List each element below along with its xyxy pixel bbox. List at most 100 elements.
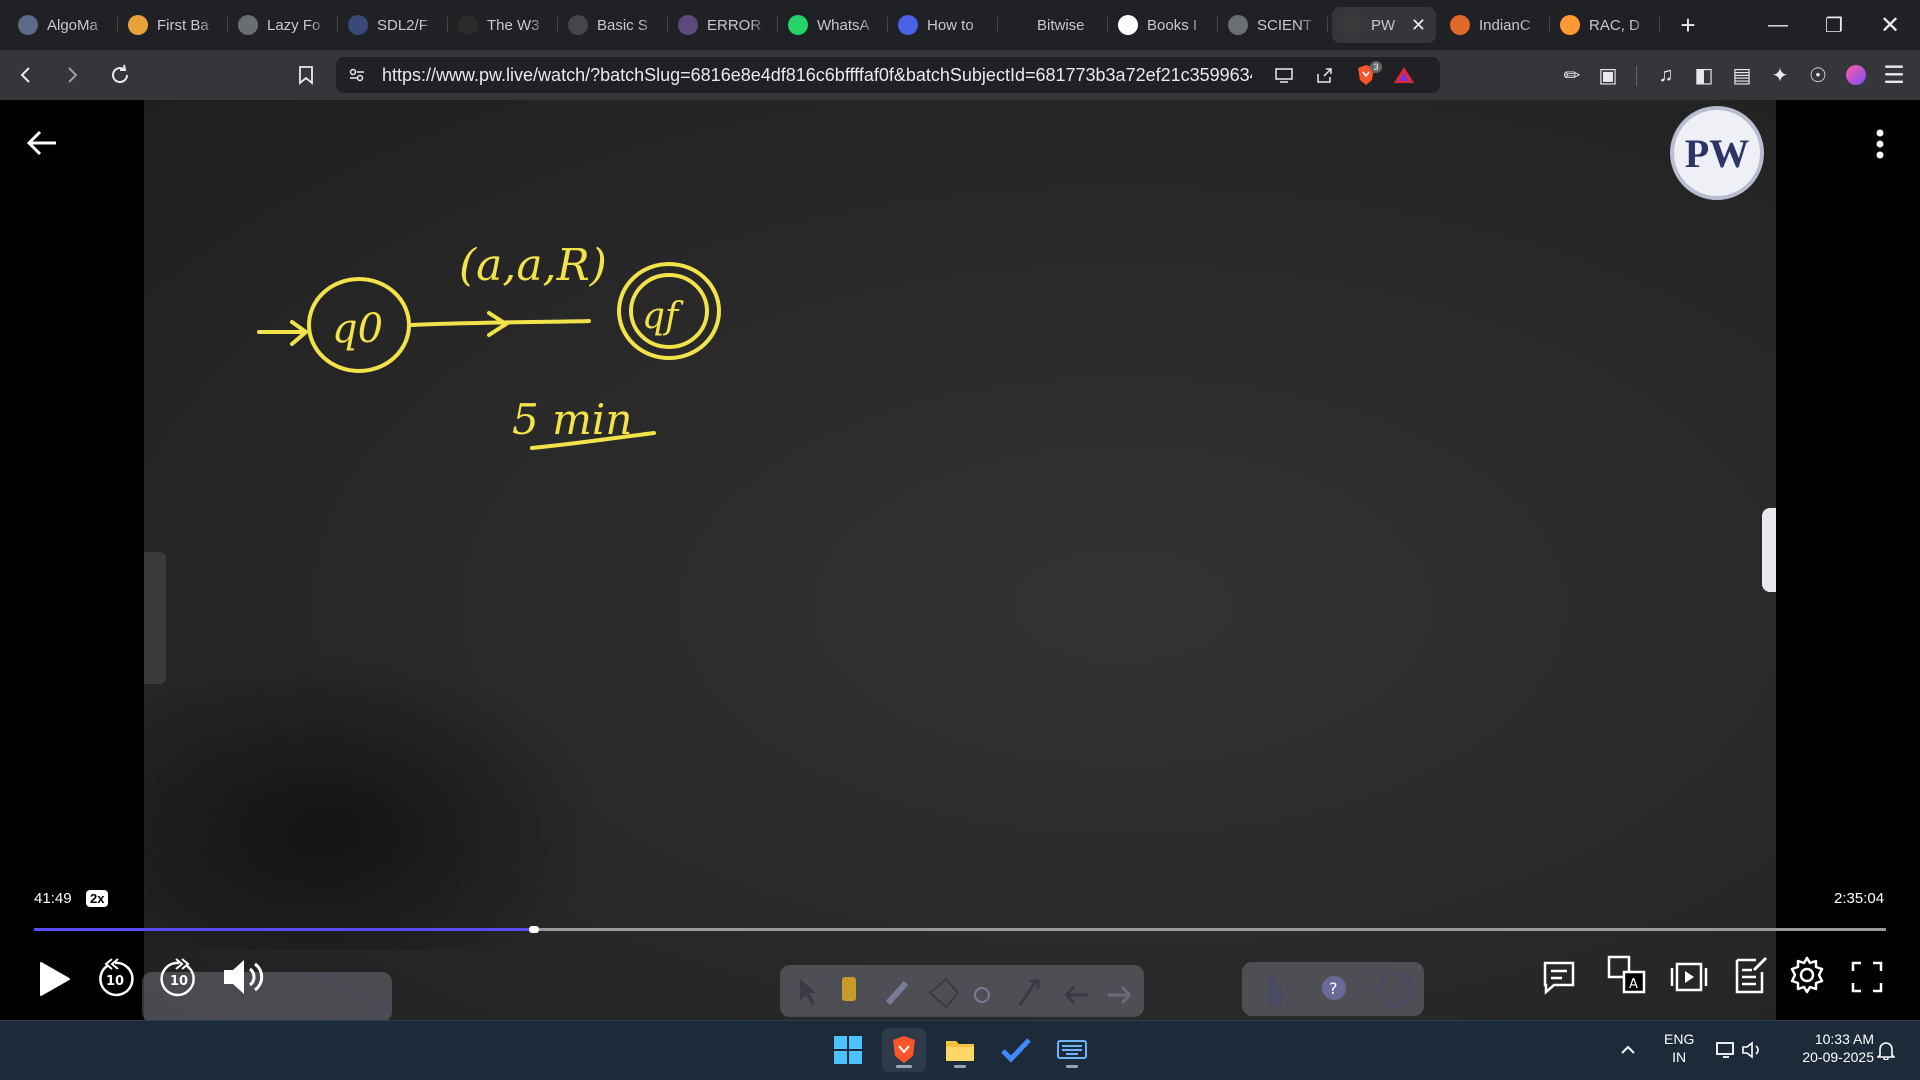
browser-tab[interactable]: WhatsA <box>778 7 888 43</box>
browser-tab[interactable]: PW ✕ <box>1332 7 1436 43</box>
taskbar-file-explorer[interactable] <box>938 1028 982 1072</box>
network-volume-button[interactable] <box>1712 1028 1768 1072</box>
url-text[interactable]: https://www.pw.live/watch/?batchSlug=681… <box>382 65 1252 86</box>
browser-tab[interactable]: The W3 <box>448 7 558 43</box>
restore-button[interactable]: ❐ <box>1806 0 1862 50</box>
svg-text:?: ? <box>1329 979 1338 998</box>
shields-badge: 3 <box>1370 61 1382 73</box>
vpn-icon[interactable]: ☉ <box>1800 57 1836 93</box>
edge-label: (a,a,R) <box>459 240 607 291</box>
close-window-button[interactable]: ✕ <box>1862 0 1918 50</box>
rewind-icon: 10 <box>99 958 134 997</box>
start-state-label: q0 <box>332 306 383 352</box>
play-icon <box>40 962 70 996</box>
language-indicator[interactable]: ENG IN <box>1664 1030 1694 1066</box>
error-icon <box>678 15 698 35</box>
browser-tab[interactable]: AlgoMa <box>8 7 118 43</box>
w3-icon <box>458 15 478 35</box>
rewind-10-button[interactable]: 10 <box>92 956 138 1002</box>
toolbar: https://www.pw.live/watch/?batchSlug=681… <box>0 50 1920 100</box>
browser-tab[interactable]: SCIENT <box>1218 7 1328 43</box>
google-icon <box>1118 15 1138 35</box>
translate-button[interactable]: A <box>1604 952 1650 998</box>
browser-tab[interactable]: IndianC <box>1440 7 1550 43</box>
cast-icon[interactable] <box>1266 57 1302 93</box>
indian-icon <box>1450 15 1470 35</box>
reload-icon <box>112 64 129 84</box>
close-tab-icon[interactable]: ✕ <box>1411 15 1426 36</box>
globe-icon <box>238 15 258 35</box>
settings-button[interactable] <box>1784 952 1830 998</box>
forward-arrow-icon <box>68 67 78 83</box>
tab-title: RAC, D <box>1589 16 1640 34</box>
sidebar-icon[interactable]: ◧ <box>1686 57 1722 93</box>
toolbar-divider <box>1636 66 1637 86</box>
brave-shields-icon[interactable]: 3 <box>1348 57 1384 93</box>
code-icon <box>1008 15 1028 35</box>
taskbar-todo[interactable] <box>994 1028 1038 1072</box>
tab-strip: AlgoMa First Ba Lazy Fo SDL2/F The W3 Basic S… <box>0 0 1920 50</box>
board-toolbar-right: ? <box>1242 962 1424 1016</box>
leo-ai-icon[interactable]: ✦ <box>1762 57 1798 93</box>
forward-10-button[interactable]: 10 <box>156 956 202 1002</box>
new-tab-button[interactable]: + <box>1670 7 1706 43</box>
browser-tab[interactable]: Basic S <box>558 7 668 43</box>
globe-icon <box>1228 15 1248 35</box>
wallet-icon[interactable]: ▤ <box>1724 57 1760 93</box>
tab-title: AlgoMa <box>47 16 98 34</box>
notes-button[interactable] <box>1730 952 1772 998</box>
browser-tab[interactable]: How to <box>888 7 998 43</box>
tray-overflow-button[interactable] <box>1610 1028 1646 1072</box>
bookmark-button[interactable] <box>288 57 324 93</box>
share-icon[interactable] <box>1306 57 1342 93</box>
seek-bar[interactable] <box>34 926 1886 933</box>
browser-tab[interactable]: Books I <box>1108 7 1218 43</box>
current-time: 41:49 <box>34 890 72 907</box>
video-player[interactable]: (a,a,R) q0 qf 5 min PW 41:49 2x 2:35:04 <box>0 100 1920 1022</box>
chat-button[interactable] <box>1538 956 1580 998</box>
extensions-icon[interactable]: ✏ <box>1554 57 1590 93</box>
duration: 2:35:04 <box>1834 890 1885 907</box>
playlist-button[interactable] <box>1668 956 1710 998</box>
reload-button[interactable] <box>102 57 138 93</box>
browser-tab[interactable]: RAC, D <box>1550 7 1660 43</box>
minimize-button[interactable]: — <box>1750 0 1806 50</box>
forward-button[interactable] <box>54 57 90 93</box>
taskbar-keyboard[interactable] <box>1050 1028 1094 1072</box>
playback-speed-badge[interactable]: 2x <box>86 890 109 907</box>
browser-tab[interactable]: First Ba <box>118 7 228 43</box>
browser-tab[interactable]: Bitwise <box>998 7 1108 43</box>
browser-tab[interactable]: Lazy Fo <box>228 7 338 43</box>
tab-title: WhatsA <box>817 16 870 34</box>
menu-icon[interactable]: ☰ <box>1876 57 1912 93</box>
browser-tab[interactable]: ERROR <box>668 7 778 43</box>
player-back-button[interactable] <box>20 120 66 166</box>
kebab-icon <box>1876 129 1884 159</box>
tab-title: SCIENT <box>1257 16 1313 34</box>
start-button[interactable] <box>826 1028 870 1072</box>
site-settings-icon[interactable] <box>348 66 366 84</box>
tab-title: Basic S <box>597 16 648 34</box>
profile-avatar-icon[interactable] <box>1838 57 1874 93</box>
reader-mode-icon[interactable]: ▣ <box>1590 57 1626 93</box>
fullscreen-button[interactable] <box>1846 956 1888 998</box>
checkmark-icon <box>1001 1038 1031 1063</box>
clock[interactable]: 10:33 AM 20-09-2025 <box>1784 1030 1874 1066</box>
volume-button[interactable] <box>218 952 268 1002</box>
address-bar[interactable]: https://www.pw.live/watch/?batchSlug=681… <box>336 57 1440 93</box>
whatsapp-icon <box>788 15 808 35</box>
back-button[interactable] <box>8 57 44 93</box>
stack-icon <box>128 15 148 35</box>
taskbar-brave[interactable] <box>882 1028 926 1072</box>
forward-seconds: 10 <box>170 974 188 989</box>
play-button[interactable] <box>30 956 76 1002</box>
notifications-button[interactable] <box>1868 1028 1904 1072</box>
board-toolbar-center <box>780 965 1144 1017</box>
brave-rewards-icon[interactable] <box>1386 57 1422 93</box>
windows-logo-icon <box>834 1036 862 1064</box>
seek-handle[interactable] <box>529 926 540 933</box>
region-code: IN <box>1672 1049 1687 1065</box>
more-options-button[interactable] <box>1862 126 1898 162</box>
browser-tab[interactable]: SDL2/F <box>338 7 448 43</box>
media-icon[interactable]: ♫ <box>1648 57 1684 93</box>
